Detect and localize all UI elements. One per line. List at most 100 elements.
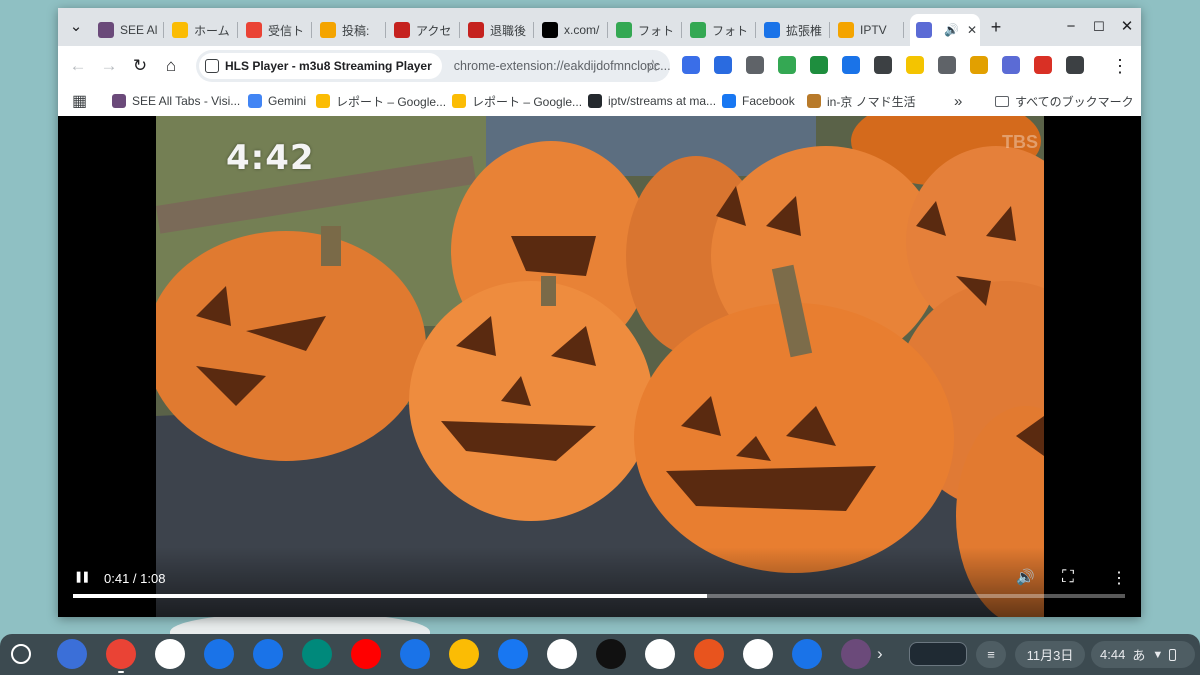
tab[interactable]: IPTV [832, 16, 904, 44]
notes-icon[interactable]: ≡ [976, 641, 1006, 668]
note-icon[interactable] [842, 56, 860, 74]
omnibox[interactable]: HLS Player - m3u8 Streaming Player chrom… [196, 50, 670, 82]
volume-button[interactable]: 🔊 [1016, 568, 1035, 586]
wifi-icon[interactable] [714, 56, 732, 74]
tab[interactable]: フォト [610, 16, 682, 44]
apps-grid-icon[interactable]: ▦ [72, 92, 87, 110]
pacman-icon[interactable] [906, 56, 924, 74]
tab-separator [681, 22, 682, 38]
bookmark-label: iptv/streams at ma... [608, 94, 717, 108]
running-indicator [118, 671, 124, 673]
files-icon[interactable] [253, 639, 283, 669]
tab[interactable]: 受信ト [240, 16, 312, 44]
tab-label: IPTV [860, 23, 887, 37]
google-photos-icon [690, 22, 706, 38]
site-chip[interactable]: HLS Player - m3u8 Streaming Player [199, 53, 442, 79]
tab-separator [607, 22, 608, 38]
tab-separator [385, 22, 386, 38]
tab-search-icon[interactable]: ⌄ [64, 17, 88, 37]
hls-player: 4:42 TBS ❚❚ 0:41 / 1:08 🔊 ⛶ ⋮ [58, 116, 1141, 617]
seek-bar[interactable] [73, 594, 1125, 598]
share-icon[interactable] [682, 56, 700, 74]
pattern-icon[interactable] [645, 639, 675, 669]
tab-separator [311, 22, 312, 38]
video-frame-image [156, 116, 1044, 617]
tab[interactable]: 拡張椎 [758, 16, 830, 44]
sparkle-icon[interactable] [596, 639, 626, 669]
status-tray[interactable]: 4:44 あ ▼ [1091, 641, 1195, 668]
tab[interactable]: アクセ [388, 16, 460, 44]
tab[interactable]: x.com/ [536, 16, 608, 44]
close-window-button[interactable]: ✕ [1115, 17, 1139, 37]
bookmarks-overflow-button[interactable]: » [954, 92, 962, 110]
ai-icon[interactable] [743, 639, 773, 669]
tab-audio-icon[interactable]: 🔊 [944, 23, 959, 37]
extension-icon [205, 59, 219, 73]
tab[interactable]: フォト [684, 16, 756, 44]
messages-icon[interactable] [400, 639, 430, 669]
tab-separator [903, 22, 904, 38]
visi-icon[interactable] [841, 639, 871, 669]
video[interactable]: 4:42 TBS [156, 116, 1044, 617]
pause-button[interactable]: ❚❚ [74, 570, 91, 583]
gmail-icon[interactable] [155, 639, 185, 669]
google-ads-icon [316, 94, 330, 108]
bookmark-item[interactable]: Gemini [248, 92, 306, 110]
shelf-overflow-button[interactable]: › [877, 644, 883, 664]
hls-icon[interactable] [1002, 56, 1020, 74]
tab-label: 受信ト [268, 23, 305, 38]
bookmark-item[interactable]: レポート – Google... [316, 92, 446, 110]
reload-button[interactable]: ↻ [128, 54, 152, 78]
calendar-icon[interactable] [204, 639, 234, 669]
puzzle-icon[interactable] [1066, 56, 1084, 74]
folder-icon [995, 95, 1009, 107]
tab[interactable]: 投稿: [314, 16, 386, 44]
forward-button[interactable]: → [97, 54, 121, 78]
qr-icon[interactable] [810, 56, 828, 74]
play-icon[interactable] [938, 56, 956, 74]
launcher-button[interactable] [11, 644, 31, 664]
tab-active[interactable]: 🔊 ✕ [910, 14, 980, 46]
video-clock-overlay: 4:42 [226, 138, 315, 178]
photos-icon[interactable] [449, 639, 479, 669]
facebook-icon[interactable] [498, 639, 528, 669]
blogger-icon [320, 22, 336, 38]
bookmark-item[interactable]: Facebook [722, 92, 795, 110]
blogger-icon [838, 22, 854, 38]
tab-strip: ⌄ SEE Al ホーム 受信ト 投稿: アクセ 退職後 x.com/フォト フォト 拡張椎 IP… [58, 8, 1141, 46]
bookmark-star-icon[interactable]: ☆ [646, 56, 660, 76]
bookmark-item[interactable]: SEE All Tabs - Visi... [112, 92, 240, 110]
back-button[interactable]: ← [66, 54, 90, 78]
bookmark-item[interactable]: iptv/streams at ma... [588, 92, 716, 110]
eyedropper-icon[interactable] [746, 56, 764, 74]
bookmark-item[interactable]: in-京 ノマド生活 [807, 92, 916, 110]
analytics-icon[interactable] [694, 639, 724, 669]
chrome-menu-button[interactable]: ⋮ [1108, 54, 1132, 78]
meet-icon[interactable] [302, 639, 332, 669]
fullscreen-button[interactable]: ⛶ [1062, 567, 1074, 587]
chatgpt-icon[interactable] [547, 639, 577, 669]
doc-icon[interactable] [778, 56, 796, 74]
chrome-icon[interactable] [106, 639, 136, 673]
holding-space-thumbnail[interactable] [909, 642, 967, 666]
tab-close-icon[interactable]: ✕ [967, 23, 977, 37]
bookmark-item[interactable]: レポート – Google... [452, 92, 582, 110]
heart-icon[interactable] [1034, 56, 1052, 74]
youtube-icon[interactable] [351, 639, 381, 669]
maximize-button[interactable]: ☐ [1087, 17, 1111, 37]
q-icon[interactable] [792, 639, 822, 669]
clipboard-icon[interactable] [970, 56, 988, 74]
globe-icon[interactable] [874, 56, 892, 74]
tab[interactable]: SEE Al [92, 16, 164, 44]
gemini-icon[interactable] [57, 639, 87, 669]
google-ads-icon [452, 94, 466, 108]
tab[interactable]: ホーム [166, 16, 238, 44]
minimize-button[interactable]: − [1059, 17, 1083, 37]
new-tab-button[interactable]: + [984, 17, 1008, 37]
home-button[interactable]: ⌂ [159, 54, 183, 78]
tab[interactable]: 退職後 [462, 16, 534, 44]
site-chip-title: HLS Player - m3u8 Streaming Player [225, 59, 432, 73]
all-bookmarks-button[interactable]: すべてのブックマーク [995, 92, 1134, 110]
date-tray[interactable]: 11月3日 [1015, 641, 1085, 668]
player-more-button[interactable]: ⋮ [1111, 568, 1127, 588]
